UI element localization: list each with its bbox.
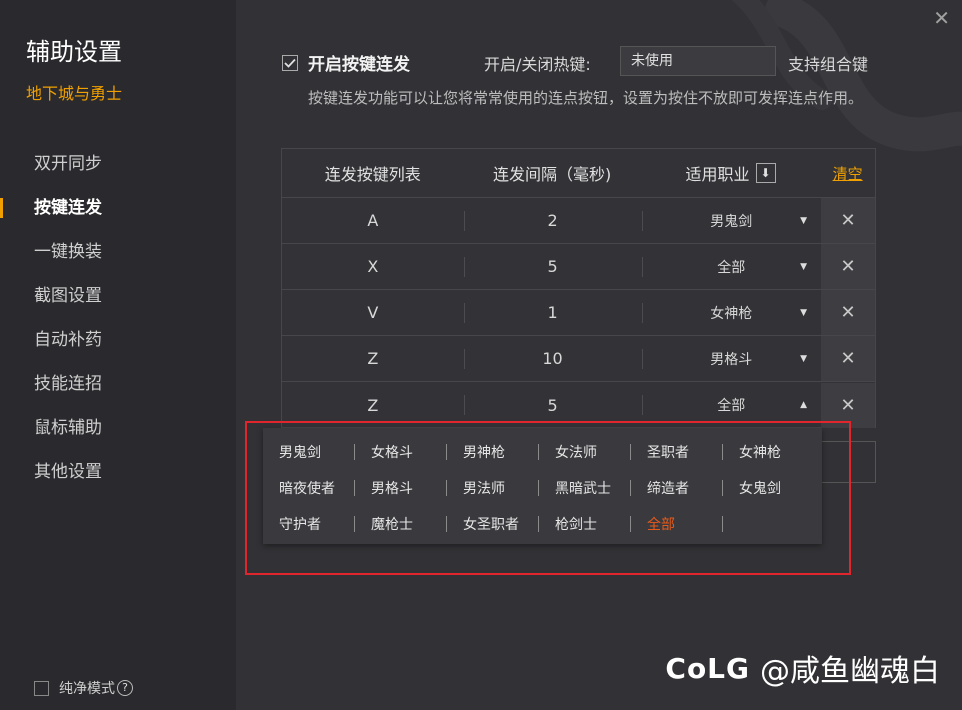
row-key[interactable]: A <box>282 211 464 230</box>
dropdown-option[interactable]: 女鬼剑 <box>723 478 815 498</box>
dropdown-option[interactable]: 女法师 <box>539 442 631 462</box>
row-class-value: 全部 <box>717 259 746 276</box>
row-interval[interactable]: 10 <box>464 349 642 368</box>
row-key[interactable]: X <box>282 257 464 276</box>
checkmark-icon <box>284 58 296 68</box>
row-interval[interactable]: 2 <box>464 211 642 230</box>
sidebar: 辅助设置 地下城与勇士 双开同步 按键连发 一键换装 截图设置 自动补药 技能连… <box>0 0 236 710</box>
table-row: X 5 全部 ▼ ✕ <box>282 244 875 290</box>
dropdown-row: 男鬼剑 女格斗 男神枪 女法师 圣职者 女神枪 <box>263 434 822 470</box>
dropdown-option[interactable]: 女圣职者 <box>447 514 539 534</box>
table-row: V 1 女神枪 ▼ ✕ <box>282 290 875 336</box>
row-interval[interactable]: 5 <box>464 257 642 276</box>
watermark-text: @咸鱼幽魂白 <box>760 654 940 689</box>
delete-row-button[interactable]: ✕ <box>821 382 875 428</box>
row-class-select[interactable]: 男格斗 ▼ <box>641 349 821 369</box>
help-icon[interactable]: ? <box>117 680 133 696</box>
watermark-logo: CoLG <box>665 651 750 685</box>
row-class-value: 全部 <box>717 398 746 414</box>
hotkey-label: 开启/关闭热键: <box>484 55 591 74</box>
row-class-value: 男鬼剑 <box>710 213 753 230</box>
dropdown-option[interactable]: 圣职者 <box>631 442 723 462</box>
dropdown-option[interactable]: 男鬼剑 <box>263 442 355 462</box>
chevron-down-icon: ▼ <box>800 215 808 226</box>
feature-description: 按键连发功能可以让您将常常使用的连点按钮，设置为按住不放即可发挥连点作用。 <box>308 89 864 107</box>
table-row: Z 5 全部 ▲ ✕ <box>282 382 875 428</box>
dropdown-option[interactable]: 男格斗 <box>355 478 447 498</box>
row-interval[interactable]: 1 <box>464 303 642 322</box>
delete-row-button[interactable]: ✕ <box>821 336 875 381</box>
enable-checkbox[interactable] <box>282 54 298 71</box>
chevron-up-icon: ▲ <box>800 400 808 410</box>
chevron-down-icon: ▼ <box>800 353 808 364</box>
sidebar-item-auto-potion[interactable]: 自动补药 <box>0 318 236 362</box>
dropdown-option-selected[interactable]: 全部 <box>631 514 723 534</box>
dropdown-option[interactable]: 女神枪 <box>723 442 815 462</box>
class-dropdown: 男鬼剑 女格斗 男神枪 女法师 圣职者 女神枪 暗夜使者 男格斗 男法师 黑暗武… <box>263 428 822 544</box>
dropdown-option[interactable]: 魔枪士 <box>355 514 447 534</box>
column-divider <box>464 211 465 231</box>
dropdown-option[interactable]: 枪剑士 <box>539 514 631 534</box>
header-keys: 连发按键列表 <box>324 165 421 184</box>
dropdown-option[interactable]: 男神枪 <box>447 442 539 462</box>
key-repeat-table: 连发按键列表 连发间隔（毫秒) 适用职业 ⬇ 清空 A 2 男鬼剑 ▼ ✕ X … <box>281 148 876 428</box>
row-key[interactable]: Z <box>282 349 464 368</box>
chevron-down-icon: ▼ <box>800 261 808 272</box>
sidebar-nav: 双开同步 按键连发 一键换装 截图设置 自动补药 技能连招 鼠标辅助 其他设置 <box>0 142 236 494</box>
table-row: Z 10 男格斗 ▼ ✕ <box>282 336 875 382</box>
main-panel: ✕ 开启按键连发 开启/关闭热键: 未使用 支持组合键 按键连发功能可以让您将常… <box>236 0 962 710</box>
column-divider <box>464 303 465 323</box>
row-class-value: 男格斗 <box>710 351 753 368</box>
column-divider <box>464 395 465 415</box>
table-row: A 2 男鬼剑 ▼ ✕ <box>282 198 875 244</box>
delete-row-button[interactable]: ✕ <box>821 290 875 335</box>
sidebar-item-dual-sync[interactable]: 双开同步 <box>0 142 236 186</box>
pure-mode-toggle[interactable]: 纯净模式 ? <box>34 678 133 698</box>
row-key[interactable]: Z <box>282 396 464 415</box>
sidebar-item-skill-combo[interactable]: 技能连招 <box>0 362 236 406</box>
combo-key-label: 支持组合键 <box>788 55 869 74</box>
chevron-down-icon: ▼ <box>800 307 808 318</box>
header-class-label: 适用职业 <box>685 165 750 184</box>
row-class-select[interactable]: 男鬼剑 ▼ <box>641 211 821 231</box>
dropdown-option[interactable]: 黑暗武士 <box>539 478 631 498</box>
sidebar-title: 辅助设置 <box>26 38 122 66</box>
dropdown-row: 守护者 魔枪士 女圣职者 枪剑士 全部 <box>263 506 822 542</box>
sidebar-item-quick-equip[interactable]: 一键换装 <box>0 230 236 274</box>
dropdown-option[interactable]: 守护者 <box>263 514 355 534</box>
dropdown-option[interactable]: 暗夜使者 <box>263 478 355 498</box>
header-class: 适用职业 ⬇ <box>641 161 820 185</box>
enable-key-repeat[interactable]: 开启按键连发 <box>282 50 410 75</box>
dropdown-row: 暗夜使者 男格斗 男法师 黑暗武士 缔造者 女鬼剑 <box>263 470 822 506</box>
delete-row-button[interactable]: ✕ <box>821 198 875 243</box>
enable-label: 开启按键连发 <box>308 55 410 75</box>
row-class-select[interactable]: 全部 ▲ <box>641 395 821 415</box>
sidebar-item-screenshot[interactable]: 截图设置 <box>0 274 236 318</box>
column-divider <box>464 257 465 277</box>
hotkey-input[interactable]: 未使用 <box>620 46 776 76</box>
pure-mode-label: 纯净模式 <box>59 681 115 697</box>
pure-mode-checkbox[interactable] <box>34 680 49 696</box>
dropdown-option[interactable]: 缔造者 <box>631 478 723 498</box>
game-name: 地下城与勇士 <box>26 84 123 103</box>
sort-down-icon[interactable]: ⬇ <box>755 163 776 183</box>
sidebar-item-other-settings[interactable]: 其他设置 <box>0 450 236 494</box>
sidebar-item-mouse-assist[interactable]: 鼠标辅助 <box>0 406 236 450</box>
dropdown-option[interactable]: 女格斗 <box>355 442 447 462</box>
column-divider <box>464 349 465 369</box>
watermark: CoLG @咸鱼幽魂白 <box>665 646 940 690</box>
row-class-value: 女神枪 <box>710 305 753 322</box>
close-button[interactable]: ✕ <box>933 6 950 30</box>
header-interval: 连发间隔（毫秒) <box>492 165 612 184</box>
table-header: 连发按键列表 连发间隔（毫秒) 适用职业 ⬇ 清空 <box>282 149 875 198</box>
dropdown-option[interactable]: 男法师 <box>447 478 539 498</box>
clear-button[interactable]: 清空 <box>820 163 875 184</box>
delete-row-button[interactable]: ✕ <box>821 244 875 289</box>
row-class-select[interactable]: 女神枪 ▼ <box>641 303 821 323</box>
sidebar-item-key-repeat[interactable]: 按键连发 <box>0 186 236 230</box>
row-interval[interactable]: 5 <box>464 396 642 415</box>
row-key[interactable]: V <box>282 303 464 322</box>
row-class-select[interactable]: 全部 ▼ <box>641 257 821 277</box>
